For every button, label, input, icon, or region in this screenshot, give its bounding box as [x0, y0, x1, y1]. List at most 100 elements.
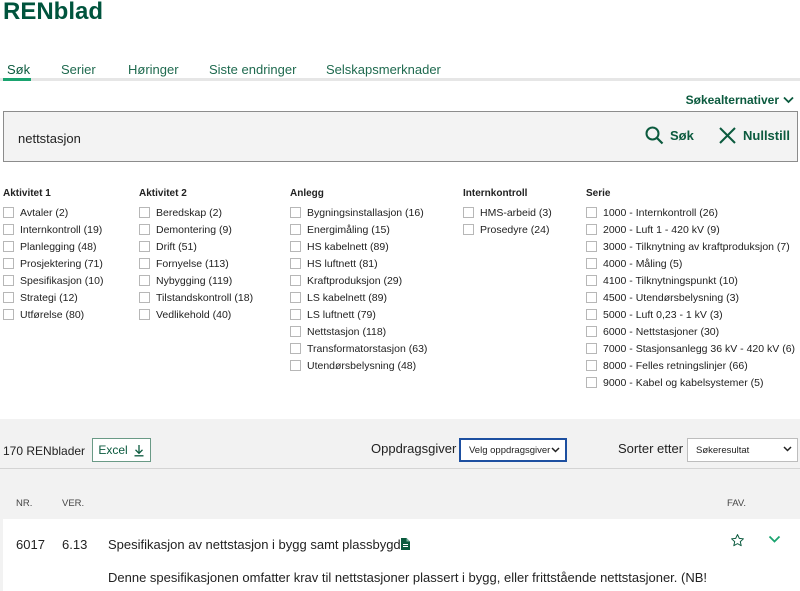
filter-checkbox[interactable]: Planlegging (48) [3, 238, 103, 255]
search-input[interactable] [18, 128, 618, 148]
filter-checkbox[interactable]: Utendørsbelysning (48) [290, 357, 427, 374]
checkbox[interactable] [586, 360, 597, 371]
checkbox[interactable] [3, 207, 14, 218]
filter-checkbox[interactable]: Bygningsinstallasjon (16) [290, 204, 427, 221]
filter-checkbox[interactable]: 3000 - Tilknytning av kraftproduksjon (7… [586, 238, 795, 255]
filter-checkbox[interactable]: Utførelse (80) [3, 306, 103, 323]
checkbox[interactable] [586, 241, 597, 252]
tab-selskapsmerknader[interactable]: Selskapsmerknader [326, 62, 441, 77]
filter-checkbox[interactable]: Tilstandskontroll (18) [139, 289, 253, 306]
checkbox[interactable] [586, 207, 597, 218]
tab-serier[interactable]: Serier [61, 62, 96, 77]
filter-checkbox[interactable]: 4000 - Måling (5) [586, 255, 795, 272]
checkbox[interactable] [586, 258, 597, 269]
filter-label: Utendørsbelysning (48) [307, 359, 417, 372]
checkbox[interactable] [586, 377, 597, 388]
filter-checkbox[interactable]: Strategi (12) [3, 289, 103, 306]
checkbox[interactable] [139, 292, 150, 303]
app-title: RENblad [3, 0, 104, 25]
filter-label: HS luftnett (81) [307, 257, 378, 270]
excel-export-button[interactable]: Excel [92, 438, 151, 462]
search-button[interactable]: Søk [645, 126, 694, 145]
excel-button-label: Excel [98, 443, 128, 457]
checkbox[interactable] [463, 224, 474, 235]
checkbox[interactable] [290, 258, 301, 269]
checkbox[interactable] [139, 258, 150, 269]
client-select[interactable]: Velg oppdragsgiver [459, 438, 567, 462]
checkbox[interactable] [290, 343, 301, 354]
filter-checkbox[interactable]: Vedlikehold (40) [139, 306, 253, 323]
filter-checkbox[interactable]: HS luftnett (81) [290, 255, 427, 272]
filter-checkbox[interactable]: Transformatorstasjon (63) [290, 340, 427, 357]
filter-checkbox[interactable]: Fornyelse (113) [139, 255, 253, 272]
tab-siste-endringer[interactable]: Siste endringer [209, 62, 296, 77]
filter-checkbox[interactable]: 5000 - Luft 0,23 - 1 kV (3) [586, 306, 795, 323]
checkbox[interactable] [586, 292, 597, 303]
filter-checkbox[interactable]: Avtaler (2) [3, 204, 103, 221]
filter-checkbox[interactable]: HS kabelnett (89) [290, 238, 427, 255]
checkbox[interactable] [586, 343, 597, 354]
filter-checkbox[interactable]: Drift (51) [139, 238, 253, 255]
filter-label: Demontering (9) [156, 223, 232, 236]
checkbox[interactable] [290, 326, 301, 337]
filter-checkbox[interactable]: Nybygging (119) [139, 272, 253, 289]
checkbox[interactable] [3, 258, 14, 269]
sort-select[interactable]: Søkeresultat [687, 438, 798, 462]
checkbox[interactable] [586, 309, 597, 320]
filter-checkbox[interactable]: 2000 - Luft 1 - 420 kV (9) [586, 221, 795, 238]
filter-checkbox[interactable]: Nettstasjon (118) [290, 323, 427, 340]
checkbox[interactable] [139, 207, 150, 218]
filter-checkbox[interactable]: 8000 - Felles retningslinjer (66) [586, 357, 795, 374]
checkbox[interactable] [139, 224, 150, 235]
active-tab-indicator [3, 78, 31, 81]
search-options-toggle[interactable]: Søkealternativer [686, 93, 794, 107]
filter-checkbox[interactable]: Prosedyre (24) [463, 221, 552, 238]
filter-checkbox[interactable]: Demontering (9) [139, 221, 253, 238]
filter-checkbox[interactable]: 9000 - Kabel og kabelsystemer (5) [586, 374, 795, 391]
filter-checkbox[interactable]: 7000 - Stasjonsanlegg 36 kV - 420 kV (6) [586, 340, 795, 357]
result-nr: 6017 [16, 537, 45, 552]
filter-label: Kraftproduksjon (29) [307, 274, 403, 287]
checkbox[interactable] [586, 224, 597, 235]
filter-checkbox[interactable]: Kraftproduksjon (29) [290, 272, 427, 289]
filter-checkbox[interactable]: 4500 - Utendørsbelysning (3) [586, 289, 795, 306]
checkbox[interactable] [3, 292, 14, 303]
checkbox[interactable] [290, 309, 301, 320]
filter-checkbox[interactable]: Spesifikasjon (10) [3, 272, 103, 289]
checkbox[interactable] [290, 224, 301, 235]
filter-checkbox[interactable]: LS luftnett (79) [290, 306, 427, 323]
checkbox[interactable] [139, 275, 150, 286]
tab-sok[interactable]: Søk [7, 62, 30, 77]
filter-checkbox[interactable]: 6000 - Nettstasjoner (30) [586, 323, 795, 340]
result-title-link[interactable]: Spesifikasjon av nettstasjon i bygg samt… [108, 537, 401, 552]
checkbox[interactable] [586, 326, 597, 337]
checkbox[interactable] [586, 275, 597, 286]
filter-checkbox[interactable]: Energimåling (15) [290, 221, 427, 238]
filter-checkbox[interactable]: HMS-arbeid (3) [463, 204, 552, 221]
checkbox[interactable] [3, 224, 14, 235]
checkbox[interactable] [3, 275, 14, 286]
filter-label: 1000 - Internkontroll (26) [603, 206, 718, 219]
checkbox[interactable] [290, 292, 301, 303]
checkbox[interactable] [290, 275, 301, 286]
search-icon [645, 126, 664, 145]
tab-horinger[interactable]: Høringer [128, 62, 179, 77]
checkbox[interactable] [139, 241, 150, 252]
reset-button[interactable]: Nullstill [718, 126, 790, 145]
checkbox[interactable] [290, 207, 301, 218]
checkbox[interactable] [463, 207, 474, 218]
filter-checkbox[interactable]: Internkontroll (19) [3, 221, 103, 238]
checkbox[interactable] [290, 360, 301, 371]
filter-checkbox[interactable]: Prosjektering (71) [3, 255, 103, 272]
filter-checkbox[interactable]: LS kabelnett (89) [290, 289, 427, 306]
checkbox[interactable] [139, 309, 150, 320]
filter-checkbox[interactable]: Beredskap (2) [139, 204, 253, 221]
filter-label: LS luftnett (79) [307, 308, 376, 321]
checkbox[interactable] [290, 241, 301, 252]
filter-checkbox[interactable]: 1000 - Internkontroll (26) [586, 204, 795, 221]
checkbox[interactable] [3, 309, 14, 320]
chevron-down-icon[interactable] [768, 535, 781, 544]
checkbox[interactable] [3, 241, 14, 252]
filter-checkbox[interactable]: 4100 - Tilknytningspunkt (10) [586, 272, 795, 289]
star-icon[interactable] [730, 533, 745, 548]
